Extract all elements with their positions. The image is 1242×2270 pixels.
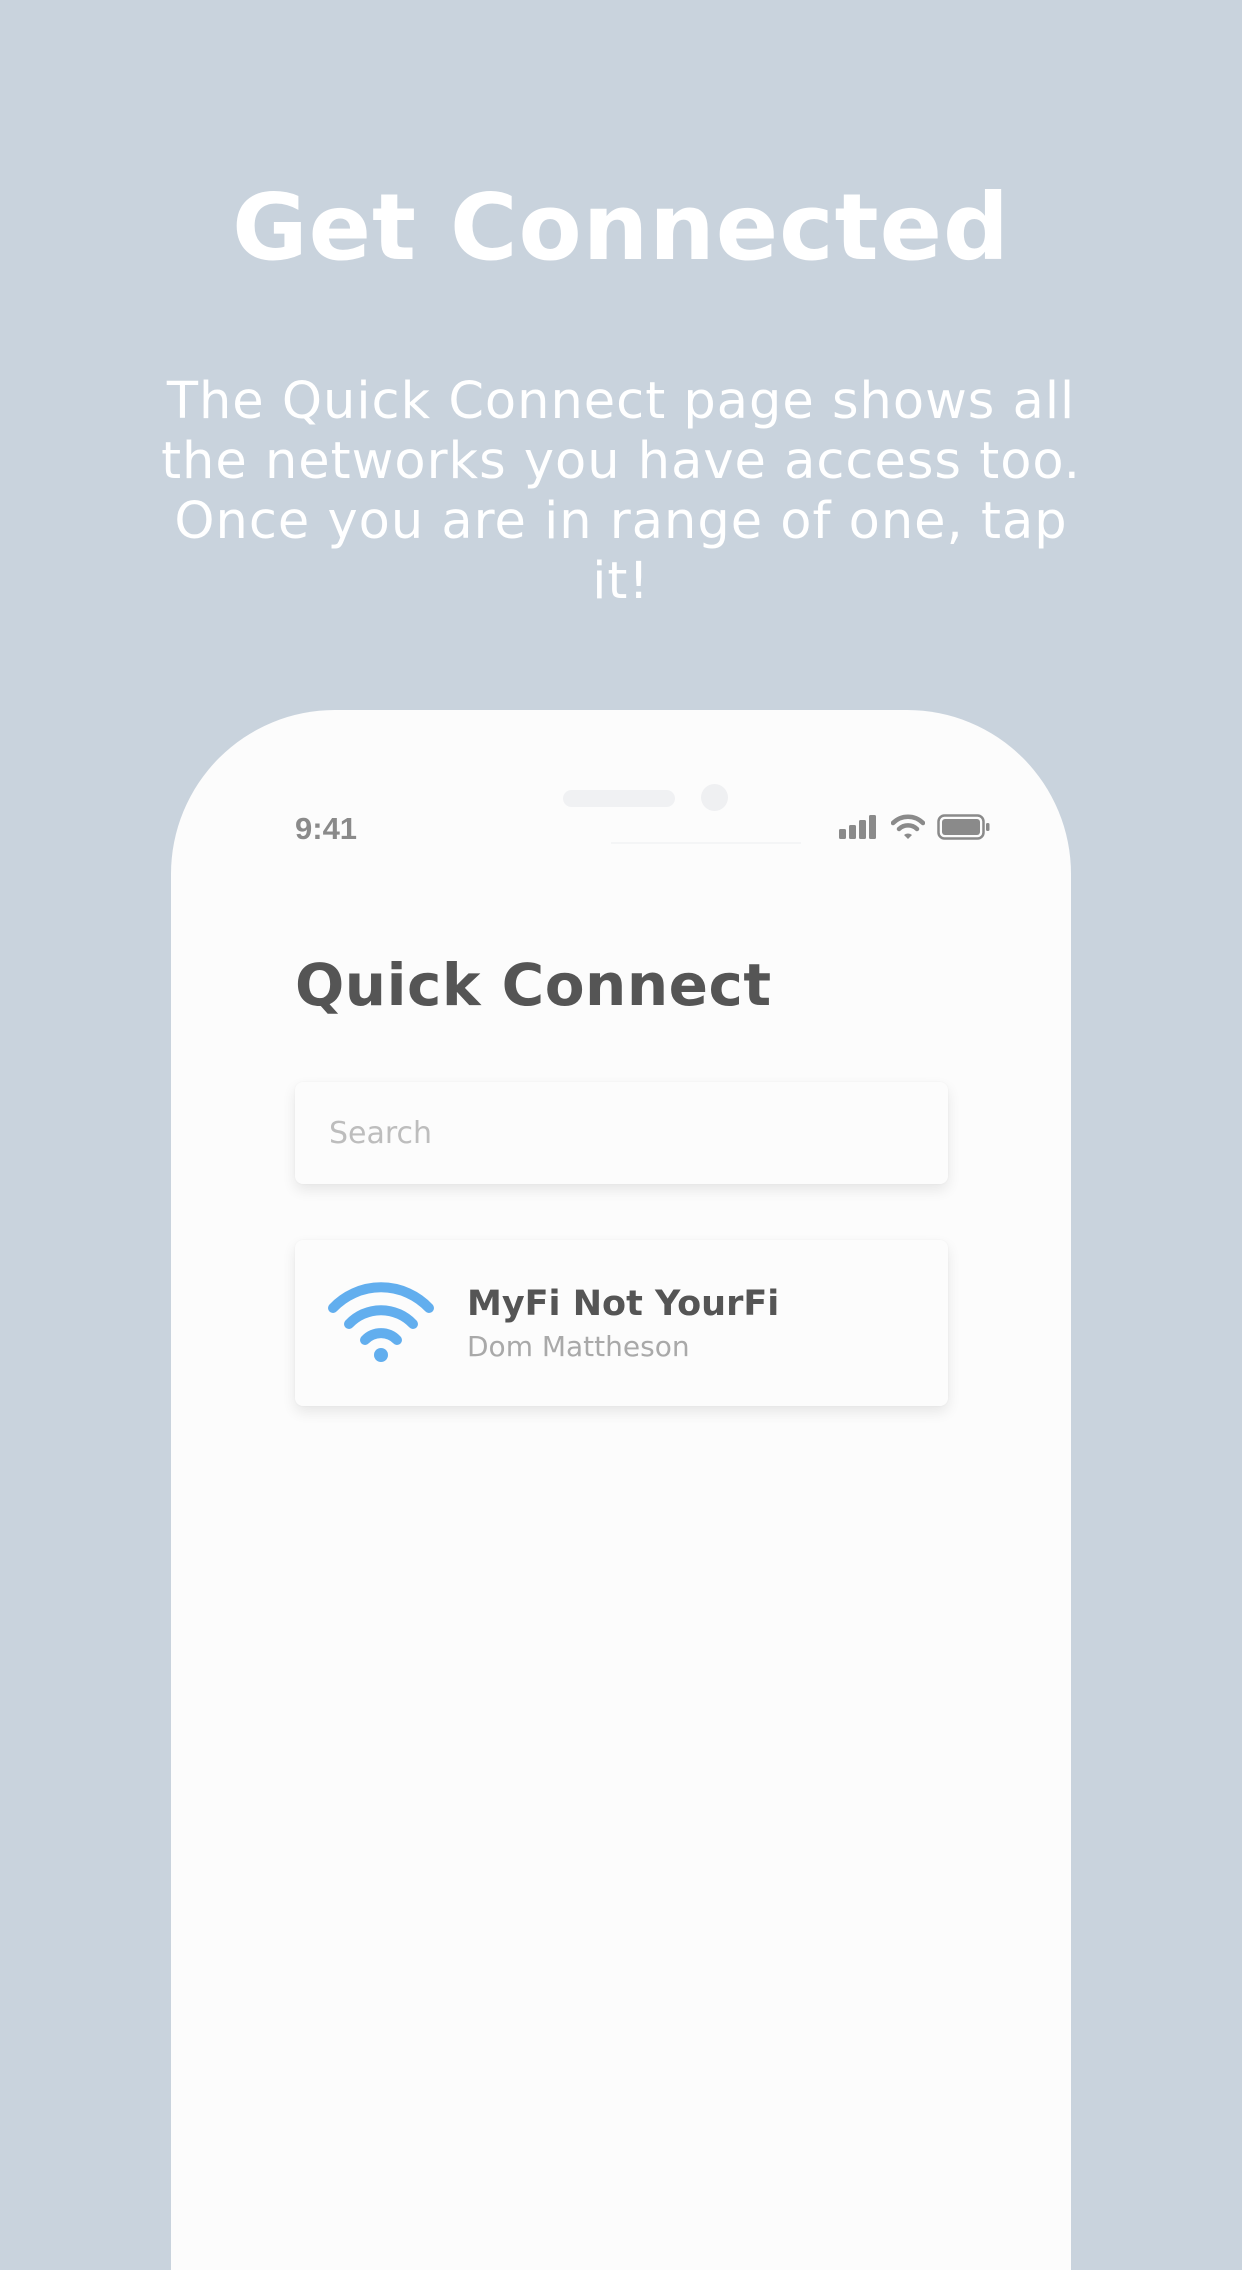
status-time: 9:41 (295, 811, 358, 846)
network-owner: Dom Mattheson (467, 1330, 690, 1363)
status-icons (839, 814, 991, 840)
battery-icon (937, 814, 990, 840)
notch-edge (611, 842, 801, 844)
phone-mockup: 9:41 Quick Connect MyFi Not Your (171, 710, 1071, 2270)
network-list-item[interactable]: MyFi Not YourFi Dom Mattheson (295, 1240, 948, 1406)
speaker-grille (563, 790, 675, 807)
screen-title: Quick Connect (295, 951, 772, 1019)
promo-headline: Get Connected (232, 174, 1010, 281)
search-input[interactable] (329, 1082, 914, 1184)
wifi-icon (328, 1282, 434, 1362)
cellular-signal-icon (839, 815, 876, 839)
network-name: MyFi Not YourFi (467, 1284, 780, 1324)
front-camera (701, 784, 728, 811)
wifi-icon (891, 814, 925, 839)
search-field[interactable] (295, 1082, 948, 1184)
promo-description: The Quick Connect page shows all the net… (161, 372, 1081, 611)
